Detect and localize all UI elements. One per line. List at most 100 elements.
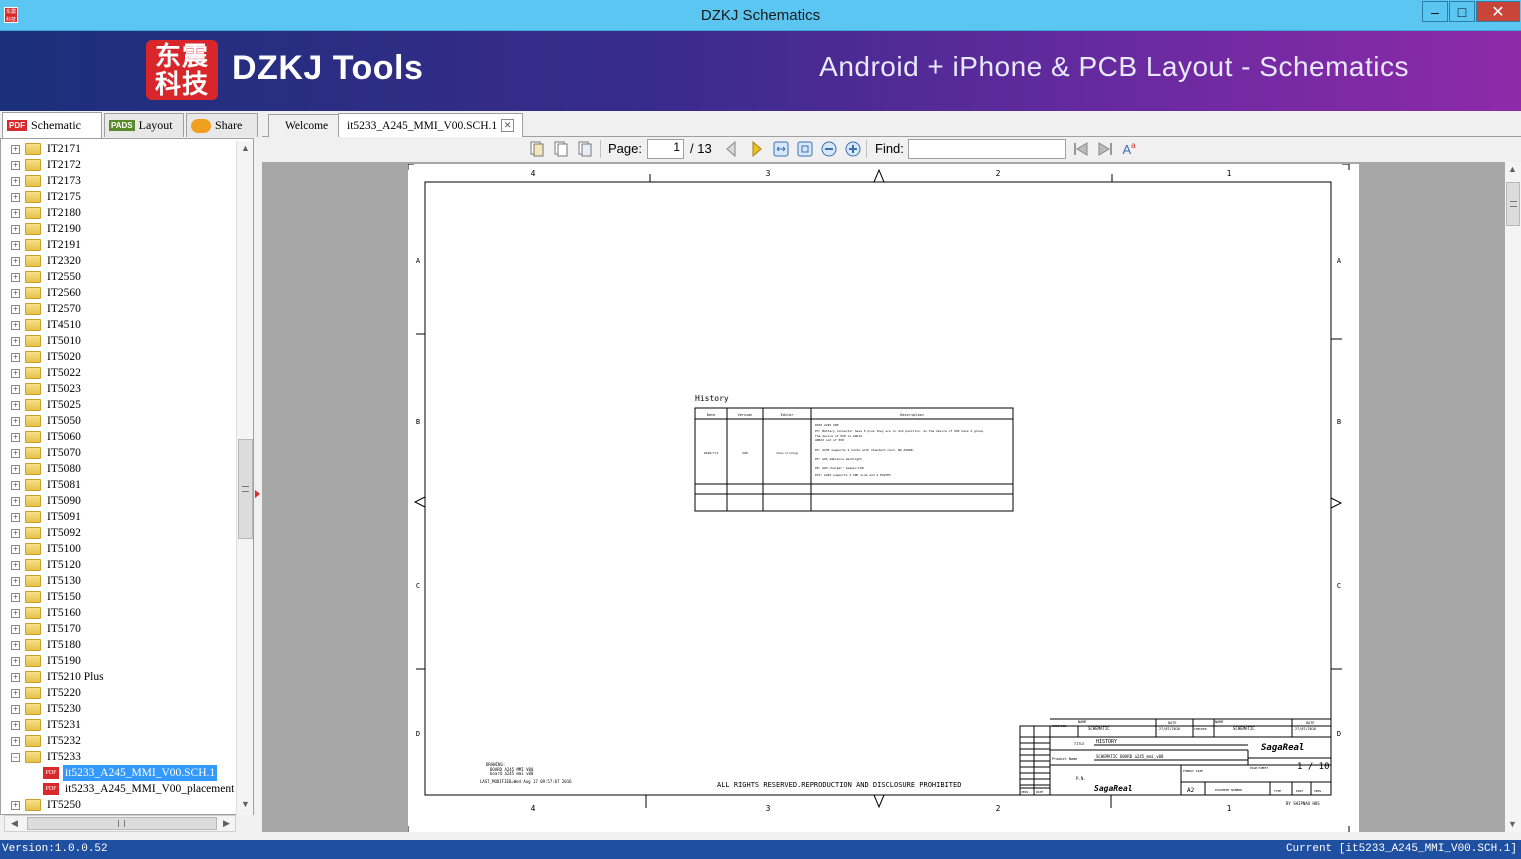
expand-icon[interactable]: + xyxy=(11,273,20,282)
tree-folder[interactable]: + IT5232 xyxy=(1,733,253,749)
expand-icon[interactable]: + xyxy=(11,337,20,346)
tree-folder[interactable]: + IT2171 xyxy=(1,141,253,157)
close-button[interactable]: ✕ xyxy=(1476,1,1520,22)
viewer-vertical-scrollbar[interactable]: ▲ ▼ xyxy=(1505,162,1521,832)
scroll-left-icon[interactable]: ◀ xyxy=(7,816,22,831)
text-highlight-icon[interactable]: Aa xyxy=(1120,140,1138,158)
expand-icon[interactable]: + xyxy=(11,161,20,170)
tree-folder[interactable]: + IT5100 xyxy=(1,541,253,557)
expand-icon[interactable]: + xyxy=(11,497,20,506)
fit-page-icon[interactable] xyxy=(796,140,814,158)
minimize-button[interactable]: – xyxy=(1422,1,1448,22)
expand-icon[interactable]: + xyxy=(11,673,20,682)
scroll-up-icon[interactable]: ▲ xyxy=(1505,162,1520,177)
expand-icon[interactable]: + xyxy=(11,417,20,426)
scroll-up-icon[interactable]: ▲ xyxy=(238,141,253,156)
tree-folder[interactable]: + IT2570 xyxy=(1,301,253,317)
expand-icon[interactable]: + xyxy=(11,465,20,474)
expand-icon[interactable]: + xyxy=(11,225,20,234)
expand-icon[interactable]: + xyxy=(11,209,20,218)
tree-folder[interactable]: − IT5233 xyxy=(1,749,253,765)
previous-page-icon[interactable] xyxy=(722,140,740,158)
expand-icon[interactable]: + xyxy=(11,369,20,378)
tree-folder[interactable]: + IT2550 xyxy=(1,269,253,285)
maximize-button[interactable]: □ xyxy=(1449,1,1475,22)
copy-all-icon[interactable] xyxy=(552,140,570,158)
tree-folder[interactable]: + IT2175 xyxy=(1,189,253,205)
expand-icon[interactable]: + xyxy=(11,145,20,154)
tree-folder[interactable]: + IT5190 xyxy=(1,653,253,669)
expand-icon[interactable]: + xyxy=(11,801,20,810)
tree-folder[interactable]: + IT5210 Plus xyxy=(1,669,253,685)
expand-icon[interactable]: + xyxy=(11,401,20,410)
tree-folder[interactable]: + IT5120 xyxy=(1,557,253,573)
tree-folder[interactable]: + IT5023 xyxy=(1,381,253,397)
tree-folder[interactable]: + IT5020 xyxy=(1,349,253,365)
expand-icon[interactable]: + xyxy=(11,641,20,650)
tree-folder[interactable]: + IT5080 xyxy=(1,461,253,477)
expand-icon[interactable]: + xyxy=(11,593,20,602)
tree-folder[interactable]: + IT5230 xyxy=(1,701,253,717)
expand-icon[interactable]: + xyxy=(11,289,20,298)
tree-folder[interactable]: + IT5160 xyxy=(1,605,253,621)
tree-folder[interactable]: + IT2191 xyxy=(1,237,253,253)
tree-folder[interactable]: + IT5092 xyxy=(1,525,253,541)
expand-icon[interactable]: + xyxy=(11,609,20,618)
tree-folder[interactable]: + IT5170 xyxy=(1,621,253,637)
page-number-input[interactable]: 1 xyxy=(647,139,684,159)
print-icon[interactable] xyxy=(576,140,594,158)
expand-icon[interactable]: + xyxy=(11,737,20,746)
tree-folder[interactable]: + IT5081 xyxy=(1,477,253,493)
expand-icon[interactable]: + xyxy=(11,513,20,522)
scroll-right-icon[interactable]: ▶ xyxy=(219,816,234,831)
tree-file[interactable]: PDF it5233_A245_MMI_V00.SCH.1 xyxy=(1,764,253,782)
collapse-arrow-icon[interactable] xyxy=(255,490,260,498)
tree-scroll-thumb[interactable] xyxy=(238,439,253,539)
expand-icon[interactable]: + xyxy=(11,449,20,458)
tree-folder[interactable]: + IT5091 xyxy=(1,509,253,525)
tree-folder[interactable]: + IT5180 xyxy=(1,637,253,653)
tree-folder[interactable]: + IT2320 xyxy=(1,253,253,269)
close-tab-icon[interactable]: ✕ xyxy=(501,119,515,132)
tree-folder[interactable]: + IT2560 xyxy=(1,285,253,301)
tree-folder[interactable]: + IT5050 xyxy=(1,413,253,429)
tab-layout[interactable]: PADS Layout xyxy=(104,113,184,137)
viewer-scroll-thumb[interactable] xyxy=(1506,182,1520,226)
copy-page-icon[interactable] xyxy=(528,140,546,158)
tree-hscroll-thumb[interactable] xyxy=(27,817,217,830)
zoom-in-icon[interactable] xyxy=(844,140,862,158)
expand-icon[interactable]: + xyxy=(11,433,20,442)
expand-icon[interactable]: + xyxy=(11,305,20,314)
find-first-icon[interactable] xyxy=(1072,140,1090,158)
tree-folder[interactable]: + IT5025 xyxy=(1,397,253,413)
scroll-down-icon[interactable]: ▼ xyxy=(238,797,253,812)
tree-folder[interactable]: + IT5070 xyxy=(1,445,253,461)
expand-icon[interactable]: + xyxy=(11,177,20,186)
tree-folder[interactable]: + IT5090 xyxy=(1,493,253,509)
tree-folder[interactable]: + IT4510 xyxy=(1,317,253,333)
expand-icon[interactable]: + xyxy=(11,577,20,586)
collapse-icon[interactable]: − xyxy=(11,753,20,762)
find-next-icon[interactable] xyxy=(1096,140,1114,158)
tree-folder[interactable]: + IT5250 xyxy=(1,797,253,813)
panel-splitter[interactable] xyxy=(254,138,262,832)
tree-folder[interactable]: + IT5220 xyxy=(1,685,253,701)
expand-icon[interactable]: + xyxy=(11,241,20,250)
tree-file[interactable]: PDF it5233_A245_MMI_V00_placement xyxy=(1,781,253,797)
expand-icon[interactable]: + xyxy=(11,193,20,202)
tree-folder[interactable]: + IT2173 xyxy=(1,173,253,189)
expand-icon[interactable]: + xyxy=(11,353,20,362)
next-page-icon[interactable] xyxy=(748,140,766,158)
tree-folder[interactable]: + IT5150 xyxy=(1,589,253,605)
expand-icon[interactable]: + xyxy=(11,529,20,538)
tree-folder[interactable]: + IT5010 xyxy=(1,333,253,349)
expand-icon[interactable]: + xyxy=(11,657,20,666)
tree-folder[interactable]: + IT5060 xyxy=(1,429,253,445)
tree-vertical-scrollbar[interactable]: ▲ ▼ xyxy=(236,141,253,815)
expand-icon[interactable]: + xyxy=(11,545,20,554)
expand-icon[interactable]: + xyxy=(11,481,20,490)
find-input[interactable] xyxy=(908,139,1066,159)
document-viewer[interactable]: 4 3 2 1 4 3 2 1 A B C D A B C D History xyxy=(262,162,1505,832)
fit-width-icon[interactable] xyxy=(772,140,790,158)
tab-schematic[interactable]: PDF Schematic xyxy=(2,112,102,138)
